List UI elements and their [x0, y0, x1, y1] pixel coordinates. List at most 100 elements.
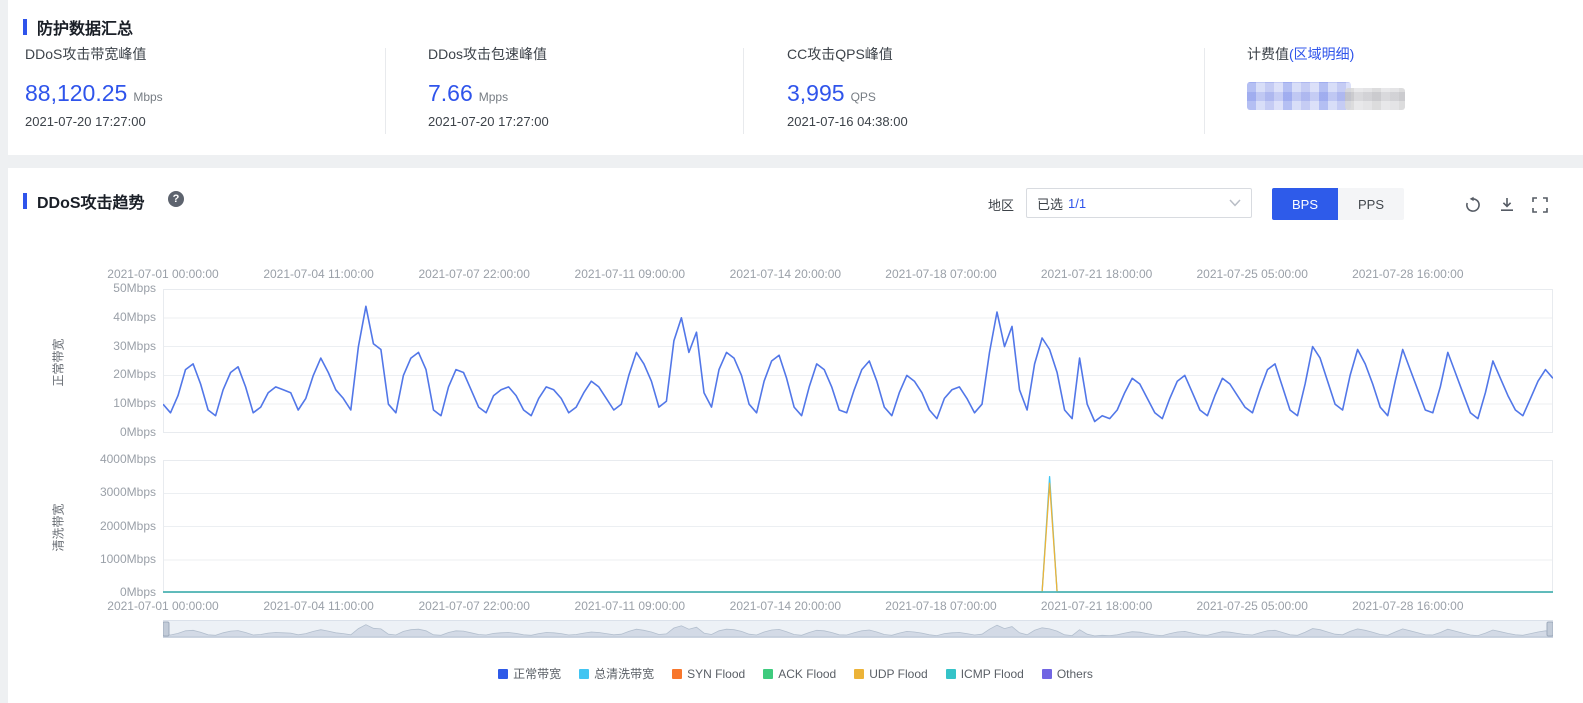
metric-timestamp: 2021-07-16 04:38:00: [787, 114, 908, 129]
metric-label: CC攻击QPS峰值: [787, 44, 908, 64]
y-tick-label: 4000Mbps: [8, 452, 156, 466]
legend-item[interactable]: ICMP Flood: [946, 667, 1024, 681]
metric-value: 88,120.25: [25, 80, 127, 107]
fullscreen-icon[interactable]: [1531, 196, 1549, 214]
y-tick-label: 2000Mbps: [8, 519, 156, 533]
y-tick-label: 1000Mbps: [8, 552, 156, 566]
metric-card-billing: 计费值(区域明细): [1247, 44, 1354, 64]
legend-label: 正常带宽: [513, 665, 561, 682]
chart-legend: 正常带宽 总清洗带宽 SYN Flood ACK Flood UDP Flood ICMP…: [8, 665, 1583, 682]
card-divider: [743, 48, 744, 134]
region-select[interactable]: 已选 1/1: [1026, 188, 1252, 218]
x-tick-label: 2021-07-21 18:00:00: [1041, 599, 1152, 613]
metric-card-ddos-bandwidth: DDoS攻击带宽峰值 88,120.25 Mbps 2021-07-20 17:…: [25, 44, 163, 129]
cleaning-bandwidth-chart[interactable]: [163, 460, 1553, 593]
toggle-bps-button[interactable]: BPS: [1272, 188, 1338, 220]
x-tick-label: 2021-07-04 11:00:00: [263, 599, 374, 613]
page: 防护数据汇总 DDoS攻击带宽峰值 88,120.25 Mbps 2021-07…: [0, 0, 1583, 703]
unit-toggle: BPS PPS: [1272, 188, 1404, 220]
trend-section-title: DDoS攻击趋势: [37, 189, 145, 213]
legend-item[interactable]: 总清洗带宽: [579, 665, 654, 682]
legend-label: UDP Flood: [869, 667, 927, 681]
trend-title-row: DDoS攻击趋势: [23, 189, 145, 213]
attack-series-line-总清洗带宽: [163, 477, 1553, 592]
metric-unit: Mpps: [479, 90, 508, 104]
x-tick-label: 2021-07-04 11:00:00: [263, 267, 374, 281]
toggle-pps-button[interactable]: PPS: [1338, 188, 1404, 220]
legend-swatch: [763, 669, 773, 679]
metric-timestamp: 2021-07-20 17:27:00: [428, 114, 549, 129]
refresh-icon[interactable]: [1464, 196, 1482, 214]
metric-timestamp: 2021-07-20 17:27:00: [25, 114, 163, 129]
y-tick-label: 40Mbps: [8, 310, 156, 324]
slider-handle-right[interactable]: [1547, 622, 1553, 636]
legend-swatch: [854, 669, 864, 679]
x-tick-label: 2021-07-21 18:00:00: [1041, 267, 1152, 281]
x-tick-label: 2021-07-28 16:00:00: [1352, 599, 1463, 613]
summary-panel: 防护数据汇总 DDoS攻击带宽峰值 88,120.25 Mbps 2021-07…: [8, 0, 1583, 155]
chevron-down-icon: [1229, 199, 1241, 207]
metric-unit: Mbps: [133, 90, 162, 104]
x-tick-label: 2021-07-18 07:00:00: [885, 267, 996, 281]
legend-item[interactable]: UDP Flood: [854, 667, 927, 681]
legend-item[interactable]: SYN Flood: [672, 667, 745, 681]
y-tick-label: 20Mbps: [8, 367, 156, 381]
x-tick-label: 2021-07-28 16:00:00: [1352, 267, 1463, 281]
metric-label: 计费值: [1247, 46, 1289, 62]
slider-handle-left[interactable]: [163, 622, 169, 636]
legend-item[interactable]: ACK Flood: [763, 667, 836, 681]
y-tick-label: 3000Mbps: [8, 485, 156, 499]
x-tick-label: 2021-07-01 00:00:00: [107, 599, 218, 613]
region-select-prefix: 已选: [1037, 194, 1063, 213]
metric-value: 7.66: [428, 80, 473, 107]
region-select-value: 1/1: [1068, 196, 1086, 211]
card-divider: [385, 48, 386, 134]
mosaic-block-blue: [1247, 82, 1351, 110]
legend-label: ICMP Flood: [961, 667, 1024, 681]
legend-label: SYN Flood: [687, 667, 745, 681]
legend-swatch: [579, 669, 589, 679]
accent-bar: [23, 19, 27, 35]
y-tick-label: 50Mbps: [8, 281, 156, 295]
download-icon[interactable]: [1498, 196, 1516, 214]
summary-title-row: 防护数据汇总: [23, 15, 133, 39]
metric-card-cc-qps: CC攻击QPS峰值 3,995 QPS 2021-07-16 04:38:00: [787, 44, 908, 129]
legend-label: Others: [1057, 667, 1093, 681]
help-icon[interactable]: ?: [168, 191, 184, 207]
x-tick-label: 2021-07-07 22:00:00: [418, 599, 529, 613]
x-tick-label: 2021-07-14 20:00:00: [730, 599, 841, 613]
legend-item[interactable]: 正常带宽: [498, 665, 561, 682]
region-detail-link[interactable]: (区域明细): [1289, 46, 1354, 62]
mosaic-block-gray: [1345, 88, 1405, 110]
metric-unit: QPS: [851, 90, 876, 104]
accent-bar: [23, 193, 27, 209]
normal-bandwidth-chart[interactable]: [163, 289, 1553, 433]
metric-card-ddos-packet-rate: DDos攻击包速峰值 7.66 Mpps 2021-07-20 17:27:00: [428, 44, 549, 129]
metric-label: DDoS攻击带宽峰值: [25, 44, 163, 64]
x-tick-label: 2021-07-25 05:00:00: [1196, 599, 1307, 613]
x-tick-label: 2021-07-11 09:00:00: [575, 267, 686, 281]
x-tick-label: 2021-07-18 07:00:00: [885, 599, 996, 613]
trend-panel: DDoS攻击趋势 ? 地区 已选 1/1 BPS PPS 正常带宽 清洗带宽: [8, 168, 1583, 703]
legend-swatch: [672, 669, 682, 679]
x-tick-label: 2021-07-25 05:00:00: [1196, 267, 1307, 281]
y-tick-label: 0Mbps: [8, 425, 156, 439]
y-tick-label: 30Mbps: [8, 339, 156, 353]
legend-swatch: [498, 669, 508, 679]
legend-swatch: [1042, 669, 1052, 679]
x-tick-label: 2021-07-01 00:00:00: [107, 267, 218, 281]
legend-item[interactable]: Others: [1042, 667, 1093, 681]
y-tick-label: 10Mbps: [8, 396, 156, 410]
datazoom-slider[interactable]: [163, 620, 1553, 638]
metric-label: DDos攻击包速峰值: [428, 44, 549, 64]
legend-label: ACK Flood: [778, 667, 836, 681]
y-tick-label: 0Mbps: [8, 585, 156, 599]
x-tick-label: 2021-07-14 20:00:00: [730, 267, 841, 281]
summary-section-title: 防护数据汇总: [37, 15, 133, 39]
region-filter-label: 地区: [988, 195, 1014, 214]
masked-billing-value: [1247, 82, 1407, 112]
card-divider: [1204, 48, 1205, 134]
x-tick-label: 2021-07-07 22:00:00: [418, 267, 529, 281]
metric-value: 3,995: [787, 80, 845, 107]
plot-border: [164, 290, 1553, 433]
